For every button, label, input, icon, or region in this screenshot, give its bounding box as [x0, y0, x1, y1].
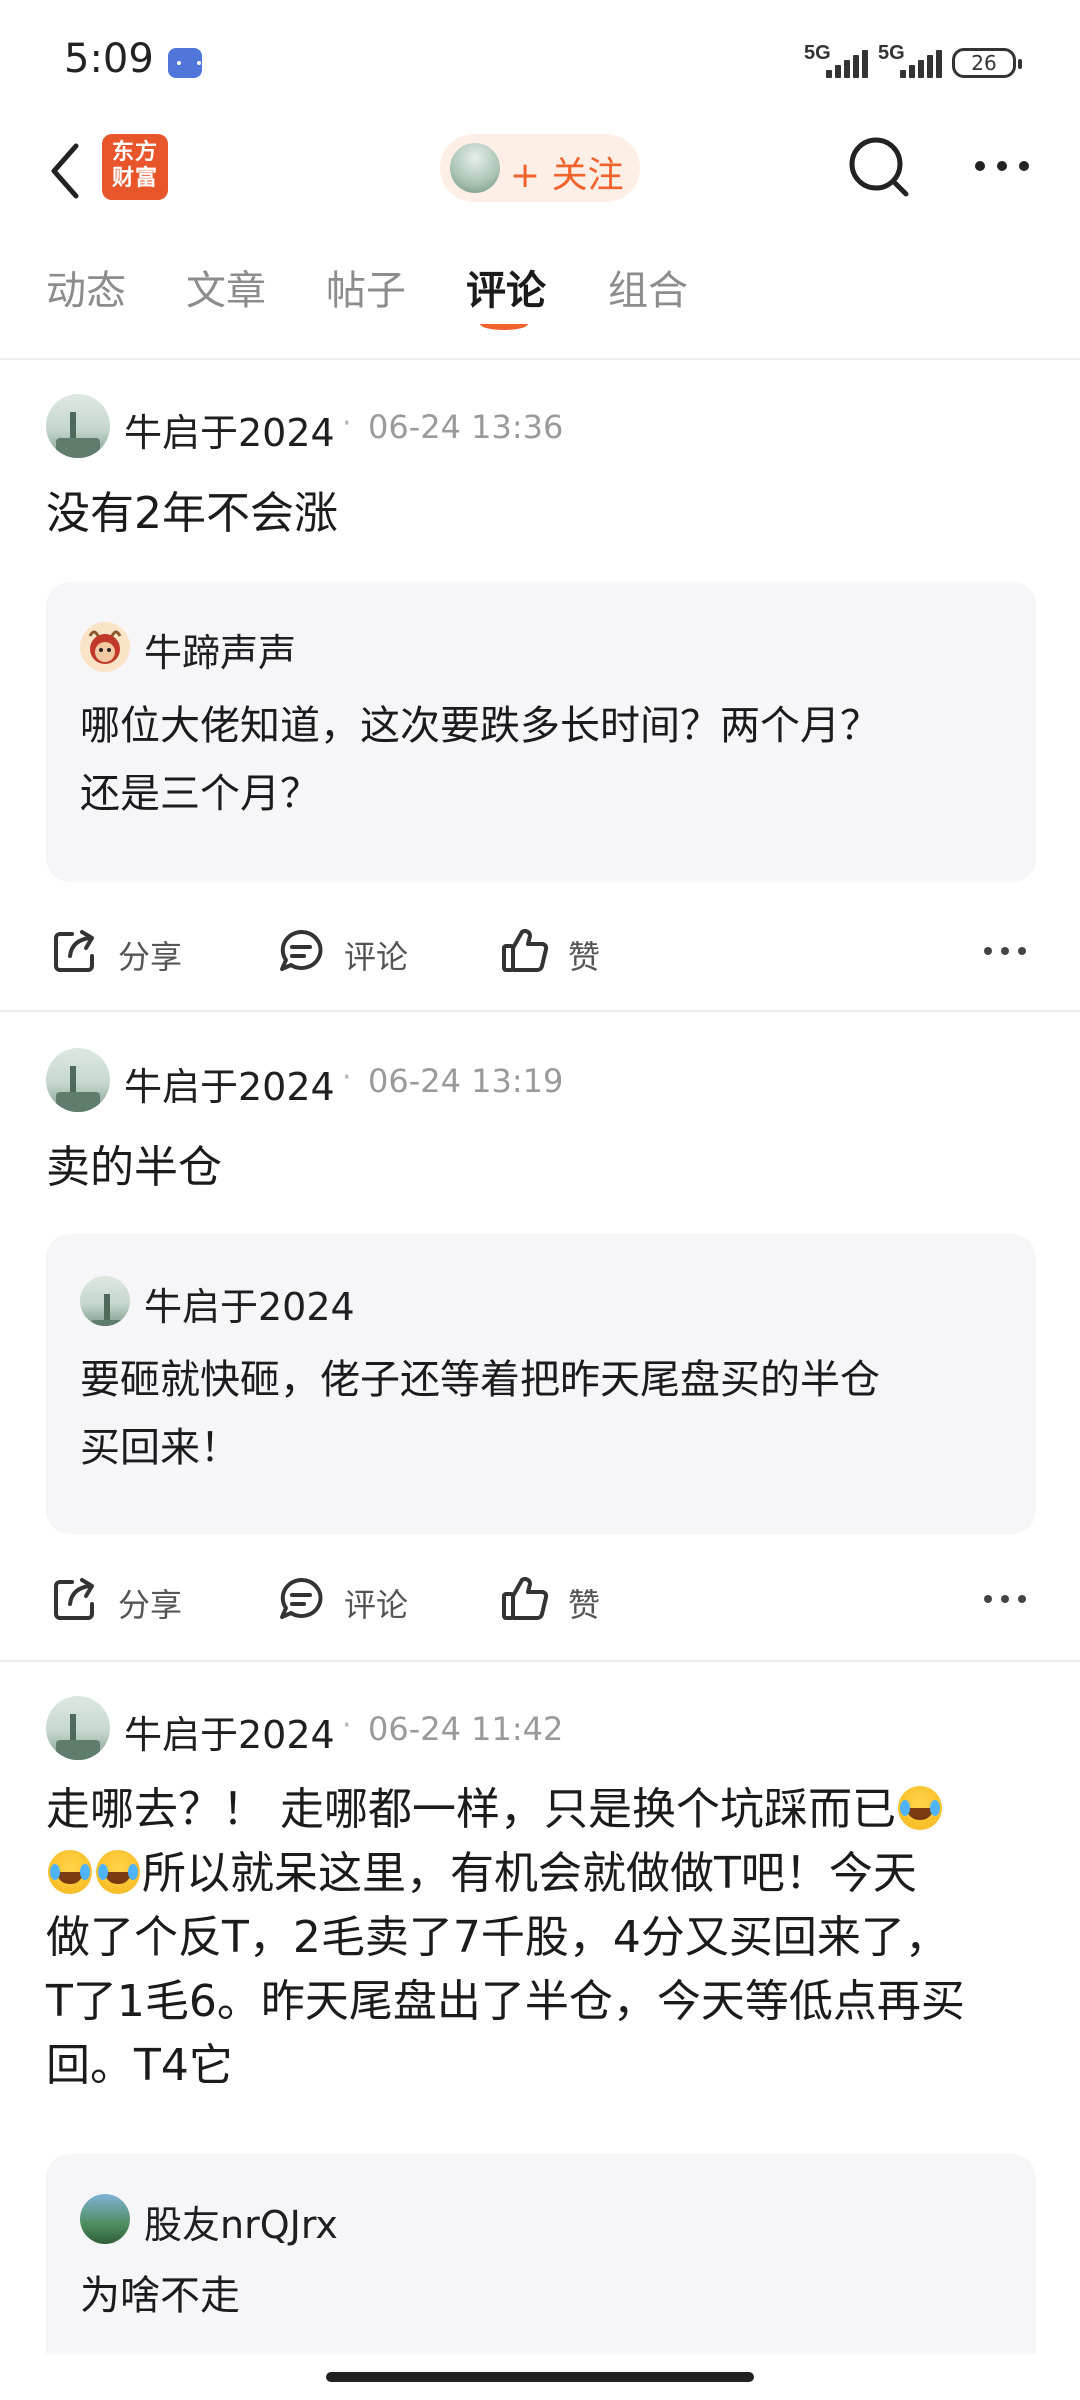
quoted-text: 为啥不走 — [80, 2273, 240, 2319]
user-avatar — [450, 143, 500, 193]
separator-dot: · — [342, 1708, 352, 1743]
author-name[interactable]: 牛启于2024 — [124, 1704, 335, 1759]
post-time: 06-24 13:19 — [368, 1062, 564, 1100]
message-notification-icon — [168, 48, 202, 78]
quoted-post[interactable]: 股友nrQJrx 为啥不走 — [46, 2154, 1036, 2354]
battery-icon: 26 — [952, 48, 1022, 78]
share-label[interactable]: 分享 — [118, 1580, 182, 1626]
status-bar: 5:09 5G 5G 26 — [0, 0, 1080, 120]
tab-comments[interactable]: 评论 — [466, 258, 546, 316]
search-icon[interactable] — [844, 132, 914, 202]
comment-card[interactable]: 牛启于2024 · 06-24 11:42 走哪去？！ 走哪都一样，只是换个坑踩… — [0, 1662, 1080, 2362]
follow-button[interactable]: + 关注 — [440, 134, 640, 202]
share-label[interactable]: 分享 — [118, 932, 182, 978]
like-label[interactable]: 赞 — [568, 932, 600, 978]
laughing-tears-emoji-icon — [96, 1850, 140, 1894]
follow-label: + 关注 — [510, 155, 624, 196]
more-options-icon[interactable] — [980, 1584, 1030, 1614]
comment-card[interactable]: 牛启于2024 · 06-24 13:19 卖的半仓 牛启于2024 要砸就快砸… — [0, 1012, 1080, 1662]
avatar[interactable] — [46, 394, 110, 458]
eastmoney-logo: 东方财富 — [102, 134, 168, 200]
like-icon[interactable] — [500, 1574, 550, 1624]
action-bar: 分享 评论 赞 — [0, 1548, 1080, 1648]
avatar — [80, 1276, 130, 1326]
laughing-tears-emoji-icon — [48, 1850, 92, 1894]
comment-text: 没有2年不会涨 — [46, 488, 338, 539]
quoted-post[interactable]: 牛启于2024 要砸就快砸，佬子还等着把昨天尾盘买的半仓 买回来！ — [46, 1234, 1036, 1534]
active-tab-indicator — [480, 318, 528, 330]
author-name[interactable]: 牛启于2024 — [124, 402, 335, 457]
like-icon[interactable] — [500, 926, 550, 976]
avatar[interactable] — [46, 1048, 110, 1112]
quoted-post[interactable]: 牛蹄声声 哪位大佬知道，这次要跌多长时间？两个月？ 还是三个月？ — [46, 582, 1036, 882]
more-options-icon[interactable] — [970, 144, 1034, 188]
top-nav-bar: 东方财富 + 关注 — [0, 120, 1080, 230]
status-time: 5:09 — [64, 36, 154, 82]
quoted-author[interactable]: 牛蹄声声 — [144, 622, 296, 677]
tab-dynamics[interactable]: 动态 — [46, 258, 126, 316]
bull-mascot-icon — [88, 630, 122, 664]
comment-text: 卖的半仓 — [46, 1142, 222, 1193]
share-icon[interactable] — [50, 1574, 100, 1624]
author-name[interactable]: 牛启于2024 — [124, 1056, 335, 1111]
comment-text: 走哪去？！ 走哪都一样，只是换个坑踩而已 所以就呆这里，有机会就做做T吧！今天 … — [46, 1784, 965, 2091]
avatar — [80, 2194, 130, 2244]
home-indicator[interactable] — [326, 2372, 754, 2382]
avatar — [80, 622, 130, 672]
comment-card[interactable]: 牛启于2024 · 06-24 13:36 没有2年不会涨 牛蹄声声 哪位大佬知… — [0, 362, 1080, 1012]
more-options-icon[interactable] — [980, 936, 1030, 966]
quoted-author[interactable]: 牛启于2024 — [144, 1276, 355, 1331]
comment-label[interactable]: 评论 — [344, 932, 408, 978]
tab-portfolio[interactable]: 组合 — [608, 258, 688, 316]
share-icon[interactable] — [50, 926, 100, 976]
separator-dot: · — [342, 406, 352, 441]
comment-icon[interactable] — [276, 1574, 326, 1624]
comment-icon[interactable] — [276, 926, 326, 976]
quoted-text: 哪位大佬知道，这次要跌多长时间？两个月？ 还是三个月？ — [80, 703, 880, 817]
quoted-author[interactable]: 股友nrQJrx — [144, 2194, 338, 2249]
comment-label[interactable]: 评论 — [344, 1580, 408, 1626]
separator-dot: · — [342, 1060, 352, 1095]
like-label[interactable]: 赞 — [568, 1580, 600, 1626]
quoted-text: 要砸就快砸，佬子还等着把昨天尾盘买的半仓 买回来！ — [80, 1357, 880, 1471]
back-arrow-icon[interactable] — [44, 136, 94, 206]
tab-posts[interactable]: 帖子 — [326, 258, 406, 316]
profile-tabs: 动态 文章 帖子 评论 组合 — [0, 250, 1080, 360]
action-bar: 分享 评论 赞 — [0, 900, 1080, 1000]
laughing-tears-emoji-icon — [898, 1786, 942, 1830]
tab-articles[interactable]: 文章 — [186, 258, 266, 316]
avatar[interactable] — [46, 1696, 110, 1760]
post-time: 06-24 13:36 — [368, 408, 564, 446]
post-time: 06-24 11:42 — [368, 1710, 564, 1748]
